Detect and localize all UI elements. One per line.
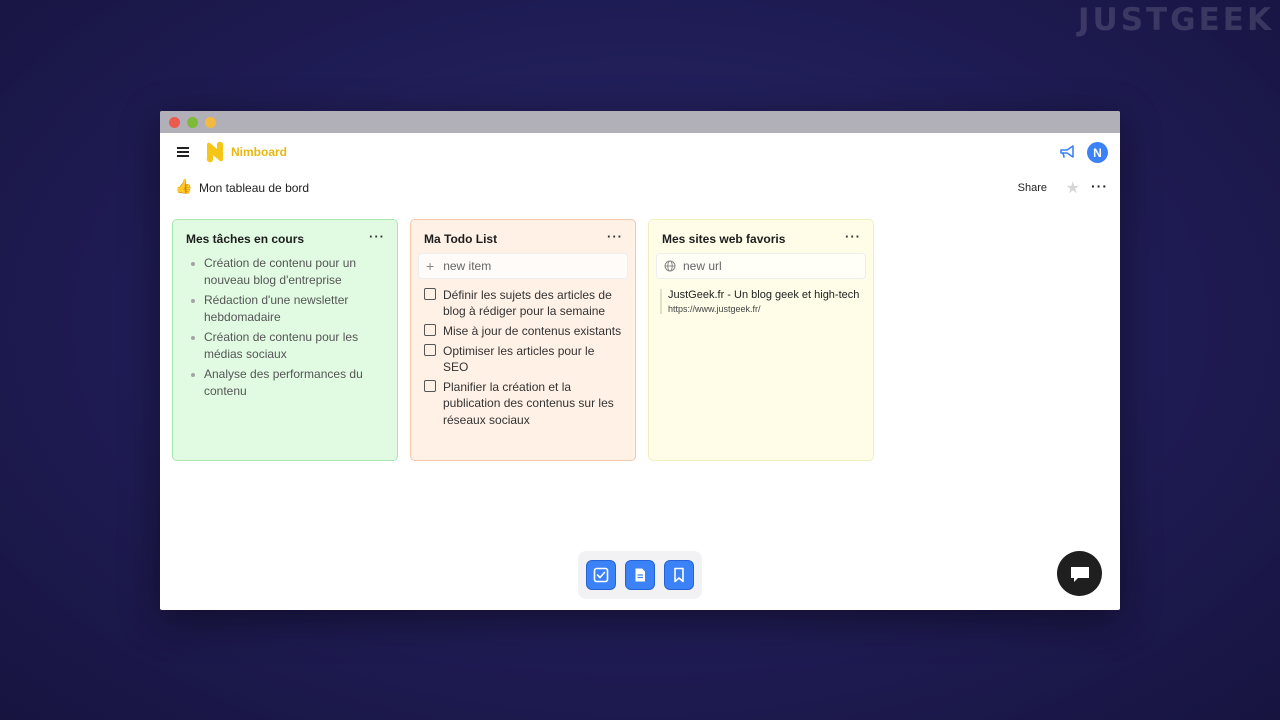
card-title[interactable]: Mes sites web favoris <box>662 232 860 246</box>
globe-icon <box>664 260 676 272</box>
add-note-button[interactable] <box>625 560 655 590</box>
minimize-window-button[interactable] <box>205 117 216 128</box>
share-button[interactable]: Share <box>1018 182 1047 194</box>
card-menu-button[interactable]: ··· <box>607 229 623 244</box>
plus-icon: + <box>426 258 435 274</box>
todo-item: Définir les sujets des articles de blog … <box>424 287 622 320</box>
todo-label[interactable]: Définir les sujets des articles de blog … <box>443 287 622 320</box>
app-header: Nimboard N <box>160 133 1120 171</box>
app-window: Nimboard N 👍 Mon tableau de bord Share ★… <box>160 111 1120 610</box>
list-item[interactable]: Rédaction d'une newsletter hebdomadaire <box>186 292 384 325</box>
card-title[interactable]: Ma Todo List <box>424 232 622 246</box>
megaphone-icon[interactable] <box>1058 144 1076 160</box>
todo-label[interactable]: Optimiser les articles pour le SEO <box>443 343 622 376</box>
todo-checkbox[interactable] <box>424 343 436 356</box>
todo-item: Optimiser les articles pour le SEO <box>424 343 622 376</box>
window-titlebar <box>160 111 1120 133</box>
todo-checkbox[interactable] <box>424 288 436 300</box>
close-window-button[interactable] <box>169 117 180 128</box>
checkbox-icon <box>593 567 609 583</box>
document-icon <box>635 568 645 582</box>
todo-checkbox[interactable] <box>424 379 436 392</box>
bookmark-link[interactable]: JustGeek.fr - Un blog geek et high-tech … <box>660 289 862 314</box>
new-url-input[interactable]: new url <box>656 253 866 279</box>
logo-icon <box>206 141 224 163</box>
todo-item: Planifier la création et la publication … <box>424 379 622 428</box>
list-item[interactable]: Création de contenu pour un nouveau blog… <box>186 255 384 288</box>
todo-item: Mise à jour de contenus existants <box>424 323 622 339</box>
star-icon[interactable]: ★ <box>1066 178 1080 198</box>
thumbs-up-icon: 👍 <box>175 178 193 194</box>
user-avatar[interactable]: N <box>1087 142 1108 163</box>
card-title[interactable]: Mes tâches en cours <box>186 232 384 246</box>
todo-label[interactable]: Mise à jour de contenus existants <box>443 323 621 339</box>
add-bookmark-button[interactable] <box>664 560 694 590</box>
chat-bubble-icon <box>1070 566 1089 582</box>
app-name: Nimboard <box>231 145 288 159</box>
card-tasks: Mes tâches en cours ··· Création de cont… <box>172 219 398 461</box>
chat-button[interactable] <box>1057 551 1102 596</box>
new-item-input[interactable]: + new item <box>418 253 628 279</box>
new-url-placeholder: new url <box>683 259 722 273</box>
card-sites: Mes sites web favoris ··· new url JustGe… <box>648 219 874 461</box>
maximize-window-button[interactable] <box>187 117 198 128</box>
board-more-button[interactable]: ··· <box>1091 178 1108 194</box>
card-menu-button[interactable]: ··· <box>845 229 861 244</box>
new-item-placeholder: new item <box>443 259 492 273</box>
add-todo-button[interactable] <box>586 560 616 590</box>
widget-dock <box>578 551 702 599</box>
list-item[interactable]: Création de contenu pour les médias soci… <box>186 329 384 362</box>
todo-list: Définir les sujets des articles de blog … <box>424 287 622 428</box>
list-item[interactable]: Analyse des performances du contenu <box>186 366 384 399</box>
hamburger-icon[interactable] <box>177 147 189 157</box>
board-title[interactable]: Mon tableau de bord <box>199 181 309 195</box>
card-todo: Ma Todo List ··· + new item Définir les … <box>410 219 636 461</box>
todo-checkbox[interactable] <box>424 324 436 337</box>
task-list: Création de contenu pour un nouveau blog… <box>186 255 384 399</box>
board-header: 👍 Mon tableau de bord Share ★ ··· <box>160 171 1120 205</box>
watermark-logo: JUSTGEEK <box>1078 2 1274 38</box>
link-url[interactable]: https://www.justgeek.fr/ <box>668 304 862 314</box>
todo-label[interactable]: Planifier la création et la publication … <box>443 379 622 428</box>
link-title[interactable]: JustGeek.fr - Un blog geek et high-tech <box>668 289 862 301</box>
bookmark-icon <box>674 567 684 583</box>
board-columns: Mes tâches en cours ··· Création de cont… <box>172 219 874 461</box>
card-menu-button[interactable]: ··· <box>369 229 385 244</box>
